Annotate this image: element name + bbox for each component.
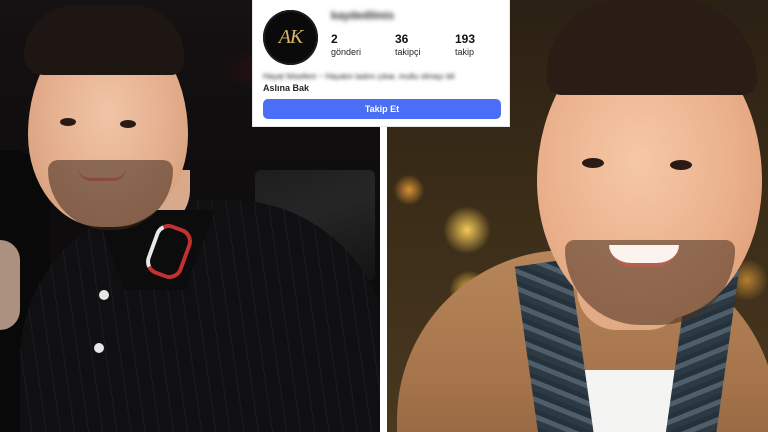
- shirt-button: [94, 343, 104, 353]
- following-count: 193: [455, 32, 476, 46]
- right-eye: [120, 120, 136, 128]
- follow-button[interactable]: Takip Et: [263, 99, 501, 119]
- stat-posts[interactable]: 2 gönderi: [331, 32, 361, 57]
- profile-bio: Hayat felsefem ~ Hayatın tadını çıkar, m…: [263, 72, 455, 81]
- man-hair: [24, 5, 184, 75]
- stat-followers[interactable]: 36 takipçi: [395, 32, 421, 57]
- followers-label: takipçi: [395, 47, 421, 57]
- instagram-profile-card: AK kaydedilmis 2 gönderi 36 takipçi 193 …: [252, 0, 510, 127]
- posts-count: 2: [331, 32, 338, 46]
- right-eye: [670, 160, 692, 170]
- profile-avatar[interactable]: AK: [263, 10, 318, 65]
- followers-count: 36: [395, 32, 409, 46]
- shirt-button: [99, 290, 109, 300]
- man-hair: [547, 0, 757, 95]
- ak-logo: AK: [278, 26, 304, 48]
- photo-divider: [380, 127, 387, 432]
- smile: [609, 245, 679, 267]
- mouth: [78, 168, 126, 181]
- profile-name: Aslına Bak: [263, 83, 310, 93]
- following-label: takip: [455, 47, 475, 57]
- posts-label: gönderi: [331, 47, 362, 57]
- stat-following[interactable]: 193 takip: [455, 32, 475, 57]
- woman-face: [0, 240, 20, 330]
- profile-username: kaydedilmis: [331, 10, 394, 22]
- left-eye: [60, 118, 76, 126]
- left-eye: [582, 158, 604, 168]
